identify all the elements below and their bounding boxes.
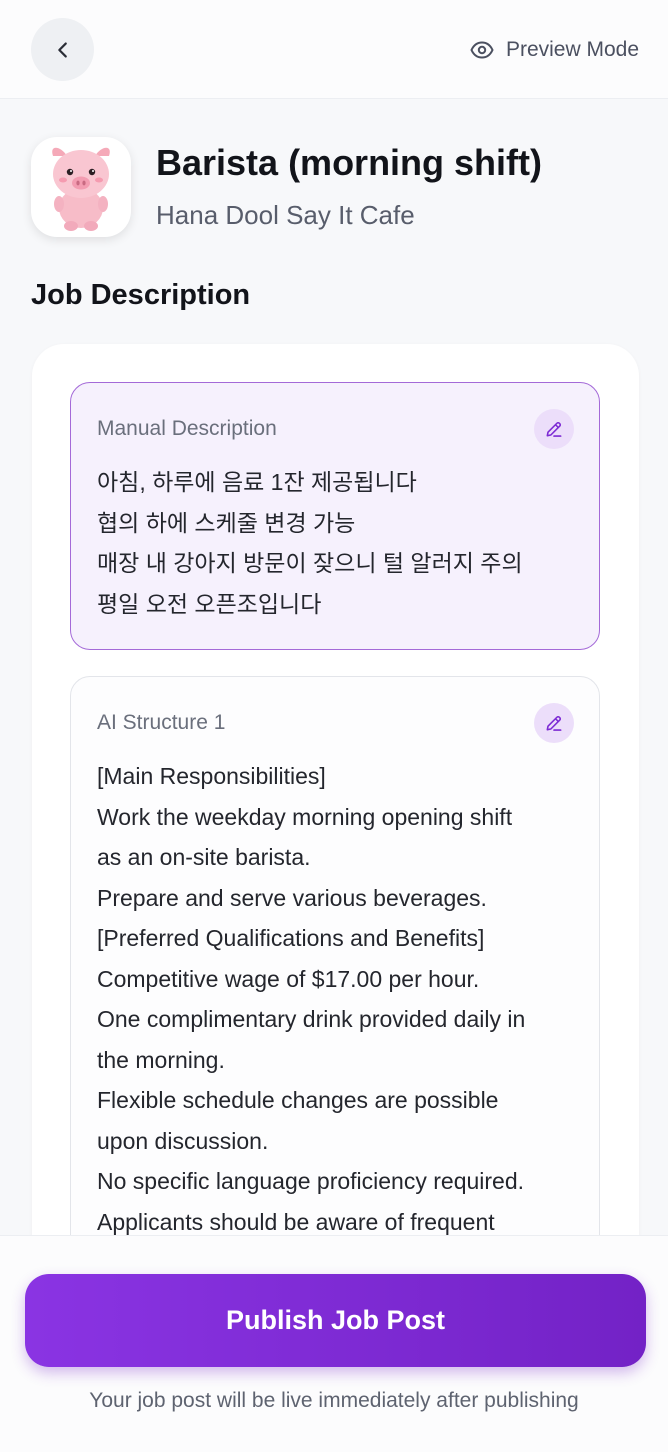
publish-footnote: Your job post will be live immediately a… <box>89 1389 579 1412</box>
pencil-icon <box>546 421 562 437</box>
manual-line: 협의 하에 스케줄 변경 가능 <box>97 509 356 536</box>
job-description-card: Manual Description 아침, 하루에 음료 1잔 제공됩니다 협… <box>32 344 639 1344</box>
company-avatar <box>31 137 131 237</box>
ai-line: as an on-site barista. <box>97 844 311 870</box>
manual-description-box[interactable]: Manual Description 아침, 하루에 음료 1잔 제공됩니다 협… <box>70 382 600 650</box>
ai-line: Prepare and serve various beverages. <box>97 884 487 911</box>
preview-mode-toggle[interactable]: Preview Mode <box>470 36 639 64</box>
edit-manual-description-button[interactable] <box>534 409 574 449</box>
ai-structure-text: [Main Responsibilities] Work the weekday… <box>97 756 579 1242</box>
section-title-job-description: Job Description <box>31 279 251 311</box>
ai-line: Competitive wage of $17.00 per hour. <box>97 965 480 992</box>
ai-line: [Main Responsibilities] <box>97 763 326 789</box>
job-title: Barista (morning shift) <box>156 142 543 183</box>
chevron-left-icon <box>57 41 67 58</box>
manual-line: 평일 오전 오픈조입니다 <box>97 590 322 617</box>
ai-line: Work the weekday morning opening shift <box>97 803 513 830</box>
back-button[interactable] <box>31 18 94 81</box>
manual-line: 아침, 하루에 음료 1잔 제공됩니다 <box>97 469 417 495</box>
company-name: Hana Dool Say It Cafe <box>156 200 415 230</box>
edit-ai-structure-button[interactable] <box>534 703 574 743</box>
eye-icon <box>470 41 494 59</box>
ai-line: Flexible schedule changes are possible <box>97 1087 499 1113</box>
ai-line: One complimentary drink provided daily i… <box>97 1006 526 1032</box>
job-header: Barista (morning shift) Hana Dool Say It… <box>31 137 641 237</box>
pig-mascot-icon <box>52 147 110 231</box>
ai-line: the morning. <box>97 1046 225 1073</box>
publish-job-post-button[interactable]: Publish Job Post <box>25 1274 646 1367</box>
pencil-icon <box>546 715 562 731</box>
manual-description-label: Manual Description <box>97 417 277 440</box>
manual-description-text: 아침, 하루에 음료 1잔 제공됩니다 협의 하에 스케줄 변경 가능 매장 내… <box>97 462 579 624</box>
manual-line: 매장 내 강아지 방문이 잦으니 털 알러지 주의 <box>97 550 523 576</box>
preview-mode-label: Preview Mode <box>505 38 639 61</box>
footer-bar: Publish Job Post Your job post will be l… <box>0 1235 668 1452</box>
top-bar: Preview Mode <box>0 0 668 99</box>
ai-structure-label: AI Structure 1 <box>97 711 226 734</box>
ai-line: upon discussion. <box>97 1127 269 1154</box>
ai-line: [Preferred Qualifications and Benefits] <box>97 925 485 951</box>
ai-line: No specific language proficiency require… <box>97 1168 525 1194</box>
